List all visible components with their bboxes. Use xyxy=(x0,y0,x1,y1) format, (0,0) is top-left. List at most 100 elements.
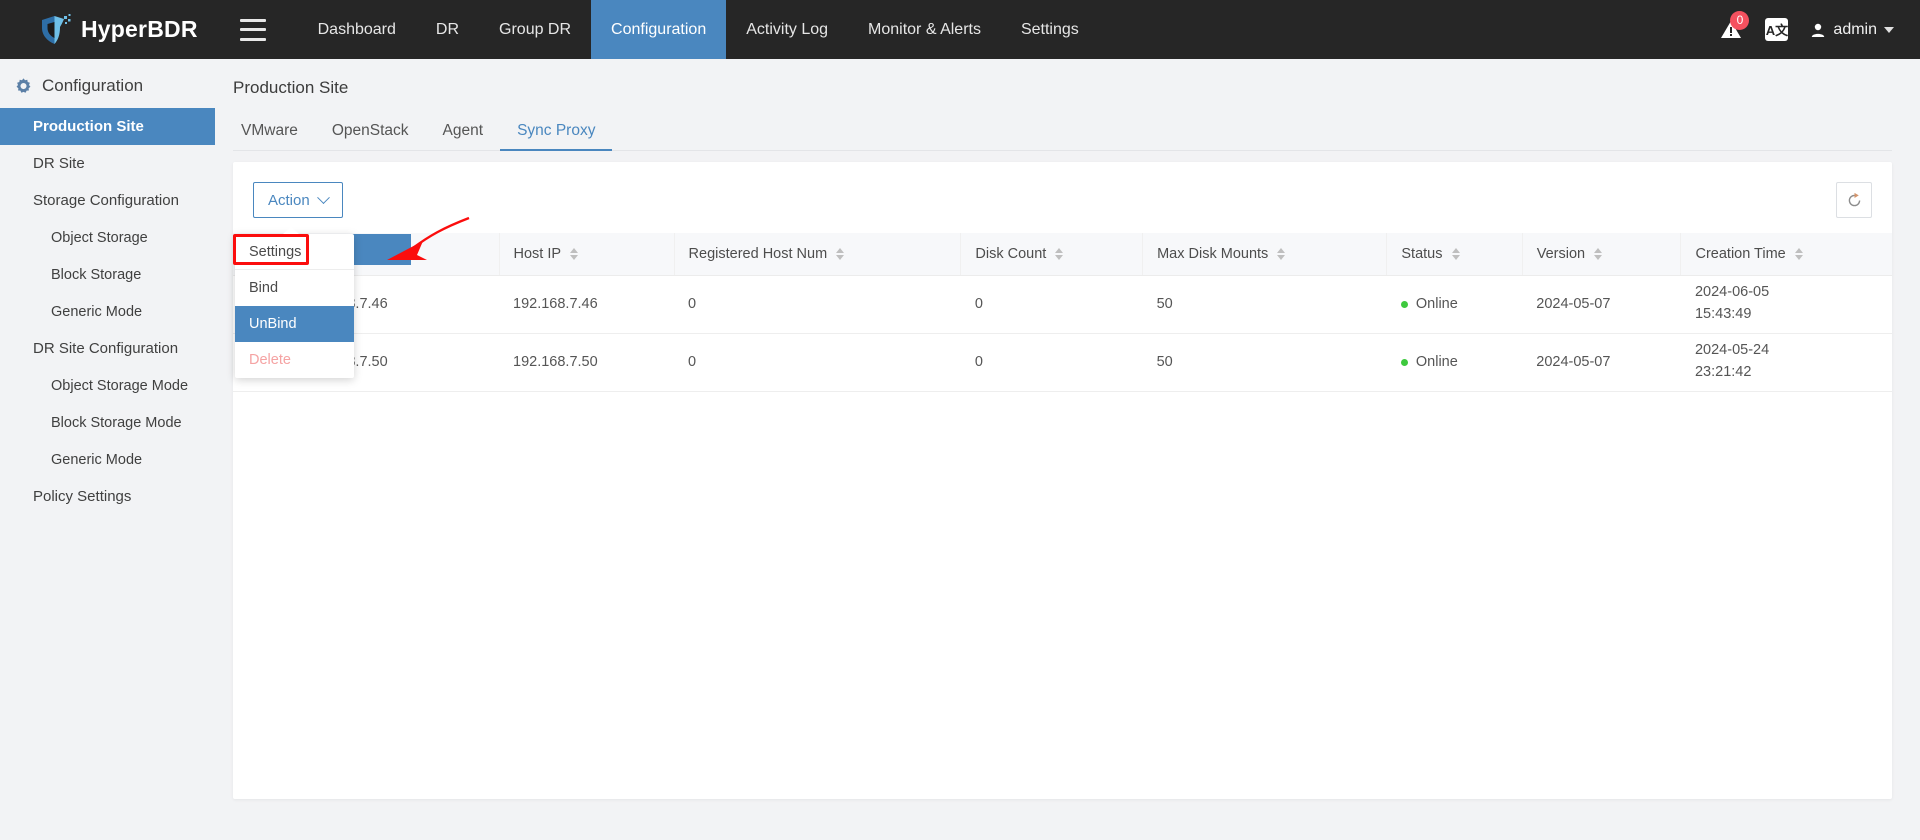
refresh-icon xyxy=(1848,192,1860,206)
sidebar-item-object-storage-mode[interactable]: Object Storage Mode xyxy=(0,367,215,404)
table-header: Host IP Registered Host Num Disk Count M… xyxy=(233,233,1892,276)
column-header-registered-host-num[interactable]: Registered Host Num xyxy=(674,233,962,276)
column-header-version[interactable]: Version xyxy=(1522,233,1682,276)
page-body: Configuration Production Site DR Site St… xyxy=(0,59,1920,840)
sidebar-item-block-storage[interactable]: Block Storage xyxy=(0,256,215,293)
sidebar: Configuration Production Site DR Site St… xyxy=(0,59,215,840)
row-creation-clock: 15:43:49 xyxy=(1694,306,1752,322)
row-creation-date: 2024-05-24 xyxy=(1694,342,1770,359)
row-status-cell: Online xyxy=(1386,275,1523,334)
dropdown-hover-strip xyxy=(352,234,411,265)
nav-item-monitor-alerts[interactable]: Monitor & Alerts xyxy=(848,0,1001,59)
nav-item-settings[interactable]: Settings xyxy=(1001,0,1099,59)
content-card: Action Settings Bind UnBind Delete Host … xyxy=(233,162,1892,799)
tab-openstack[interactable]: OpenStack xyxy=(315,122,426,150)
column-header-disk-count-label: Disk Count xyxy=(975,245,1047,262)
status-dot-icon xyxy=(1400,358,1408,366)
user-menu[interactable]: admin xyxy=(1810,21,1894,39)
sort-icon[interactable] xyxy=(569,248,578,260)
table-row[interactable]: 192.168.7.46 192.168.7.46 0 0 50 Online … xyxy=(233,275,1892,334)
main-nav-items: Dashboard DR Group DR Configuration Acti… xyxy=(298,0,1099,59)
top-navigation-bar: HyperBDR Dashboard DR Group DR Configura… xyxy=(0,0,1920,59)
sort-icon[interactable] xyxy=(1055,248,1064,260)
table-header-row: Host IP Registered Host Num Disk Count M… xyxy=(233,233,1892,276)
menu-item-settings[interactable]: Settings xyxy=(235,234,354,270)
column-header-status[interactable]: Status xyxy=(1386,233,1523,276)
nav-item-dashboard[interactable]: Dashboard xyxy=(298,0,416,59)
tab-vmware[interactable]: VMware xyxy=(233,122,315,150)
chevron-down-icon xyxy=(1884,26,1894,33)
sidebar-item-policy-settings[interactable]: Policy Settings xyxy=(0,478,215,515)
user-avatar-icon xyxy=(1812,23,1825,37)
table-body: 192.168.7.46 192.168.7.46 0 0 50 Online … xyxy=(233,275,1892,392)
main-content: Production Site VMware OpenStack Agent S… xyxy=(215,59,1920,840)
nav-item-dr[interactable]: DR xyxy=(416,0,479,59)
nav-item-group-dr[interactable]: Group DR xyxy=(479,0,591,59)
column-header-disk-count[interactable]: Disk Count xyxy=(960,233,1144,276)
sort-icon[interactable] xyxy=(1277,248,1286,260)
row-disk-count: 0 xyxy=(960,333,1143,392)
page-title: Production Site xyxy=(233,78,349,97)
sync-proxy-table: Host IP Registered Host Num Disk Count M… xyxy=(233,233,1892,392)
gear-config-icon xyxy=(16,77,31,93)
row-registered-host-num: 0 xyxy=(674,275,961,334)
sidebar-item-production-site[interactable]: Production Site xyxy=(0,108,215,145)
action-dropdown-button[interactable]: Action xyxy=(253,182,343,218)
refresh-button[interactable] xyxy=(1836,182,1872,218)
column-header-host-ip[interactable]: Host IP xyxy=(499,233,675,276)
row-disk-count: 0 xyxy=(960,275,1143,334)
sidebar-item-block-storage-mode[interactable]: Block Storage Mode xyxy=(0,404,215,441)
sidebar-item-storage-configuration[interactable]: Storage Configuration xyxy=(0,182,215,219)
alert-count-badge: 0 xyxy=(1730,10,1750,30)
sidebar-item-dr-site-configuration[interactable]: DR Site Configuration xyxy=(0,330,215,367)
column-header-max-disk-mounts[interactable]: Max Disk Mounts xyxy=(1142,233,1388,276)
sidebar-item-generic-mode[interactable]: Generic Mode xyxy=(0,293,215,330)
row-creation-time: 2024-06-05 15:43:49 xyxy=(1680,275,1892,334)
menu-item-unbind[interactable]: UnBind xyxy=(235,306,354,342)
row-host-ip: 192.168.7.50 xyxy=(499,333,675,392)
table-row[interactable]: 192.168.7.50 192.168.7.50 0 0 50 Online … xyxy=(233,333,1892,392)
status-dot-icon xyxy=(1400,300,1408,308)
hamburger-menu-icon[interactable] xyxy=(239,18,266,41)
language-switch-icon[interactable]: A文 xyxy=(1765,18,1789,41)
column-header-version-label: Version xyxy=(1536,245,1586,262)
header-right-tools: 0 A文 admin xyxy=(1719,0,1894,59)
brand-name: HyperBDR xyxy=(81,16,198,42)
row-host-ip: 192.168.7.46 xyxy=(499,275,675,334)
row-max-disk-mounts: 50 xyxy=(1142,333,1387,392)
brand-logo-group[interactable]: HyperBDR xyxy=(38,13,198,47)
nav-item-configuration[interactable]: Configuration xyxy=(591,0,727,59)
status-badge: Online xyxy=(1415,296,1458,312)
column-header-registered-host-num-label: Registered Host Num xyxy=(688,245,828,262)
table-toolbar: Action xyxy=(233,180,1892,220)
nav-item-activity-log[interactable]: Activity Log xyxy=(726,0,848,59)
tab-sync-proxy[interactable]: Sync Proxy xyxy=(500,122,613,151)
hyperbdr-shield-logo-icon xyxy=(42,13,71,44)
action-dropdown-menu: Settings Bind UnBind Delete xyxy=(235,227,354,378)
sidebar-title: Configuration xyxy=(0,68,215,108)
status-badge: Online xyxy=(1415,354,1458,370)
column-header-max-disk-mounts-label: Max Disk Mounts xyxy=(1157,245,1269,262)
user-name: admin xyxy=(1833,20,1877,38)
column-header-status-label: Status xyxy=(1401,245,1443,262)
alert-button[interactable]: 0 xyxy=(1719,10,1750,42)
row-registered-host-num: 0 xyxy=(674,333,961,392)
row-creation-time: 2024-05-24 23:21:42 xyxy=(1680,333,1892,392)
sidebar-item-dr-site[interactable]: DR Site xyxy=(0,145,215,182)
chevron-down-icon xyxy=(316,190,330,204)
sort-icon[interactable] xyxy=(836,248,845,260)
action-button-label: Action xyxy=(268,191,310,209)
sidebar-title-label: Configuration xyxy=(42,76,144,95)
sidebar-item-generic-mode-dr[interactable]: Generic Mode xyxy=(0,441,215,478)
menu-item-bind[interactable]: Bind xyxy=(235,270,354,306)
row-status-cell: Online xyxy=(1386,333,1523,392)
tab-bar: VMware OpenStack Agent Sync Proxy xyxy=(233,116,1892,151)
sort-icon[interactable] xyxy=(1594,248,1603,260)
row-version: 2024-05-07 xyxy=(1522,275,1681,334)
tab-agent[interactable]: Agent xyxy=(426,122,501,150)
sidebar-item-object-storage[interactable]: Object Storage xyxy=(0,219,215,256)
sort-icon[interactable] xyxy=(1451,248,1460,260)
column-header-creation-time[interactable]: Creation Time xyxy=(1680,233,1892,276)
sort-icon[interactable] xyxy=(1794,248,1803,260)
row-version: 2024-05-07 xyxy=(1522,333,1681,392)
